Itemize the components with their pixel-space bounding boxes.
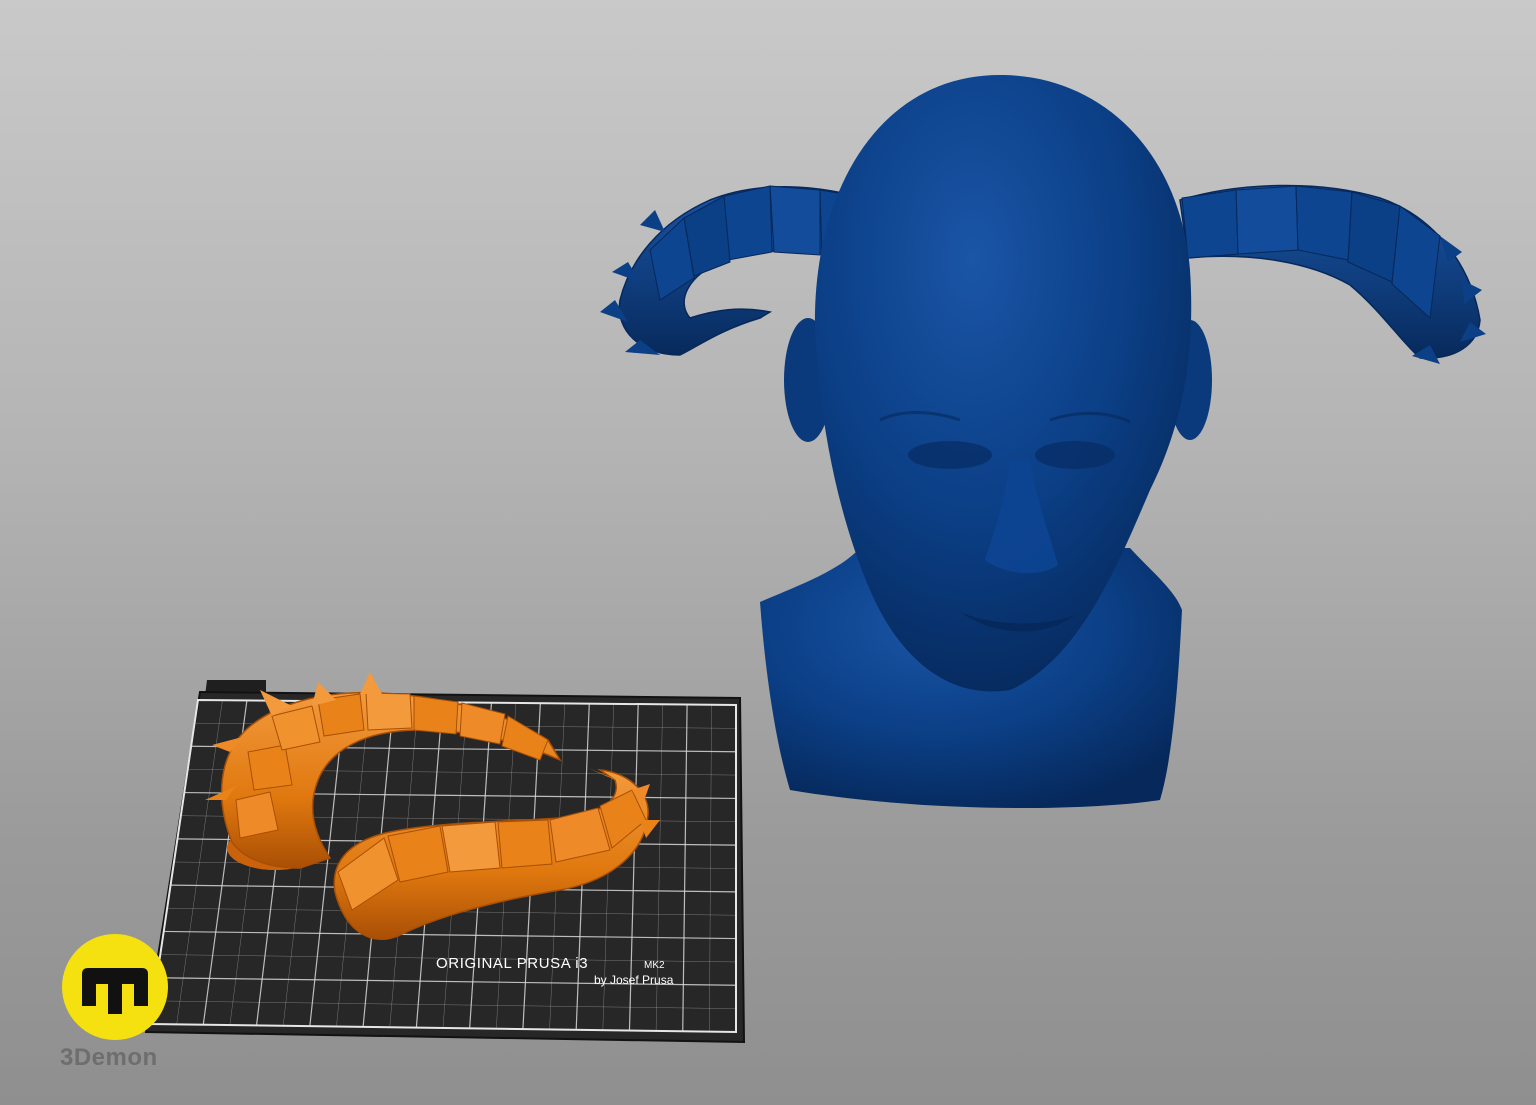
bed-byline: by Josef Prusa xyxy=(594,973,674,987)
scene-canvas[interactable]: ORIGINAL PRUSA i3 MK2 by Josef Prusa xyxy=(0,0,1536,1105)
3d-viewport[interactable]: ORIGINAL PRUSA i3 MK2 by Josef Prusa 3De… xyxy=(0,0,1536,1105)
blue-horn-right xyxy=(1179,184,1486,364)
bed-model: MK2 xyxy=(644,960,665,971)
bed-title: ORIGINAL PRUSA i3 xyxy=(436,955,588,972)
eye-left xyxy=(908,441,992,469)
3demon-logo xyxy=(62,934,168,1040)
brand-name: 3Demon xyxy=(60,1044,158,1071)
eye-right xyxy=(1035,441,1115,469)
